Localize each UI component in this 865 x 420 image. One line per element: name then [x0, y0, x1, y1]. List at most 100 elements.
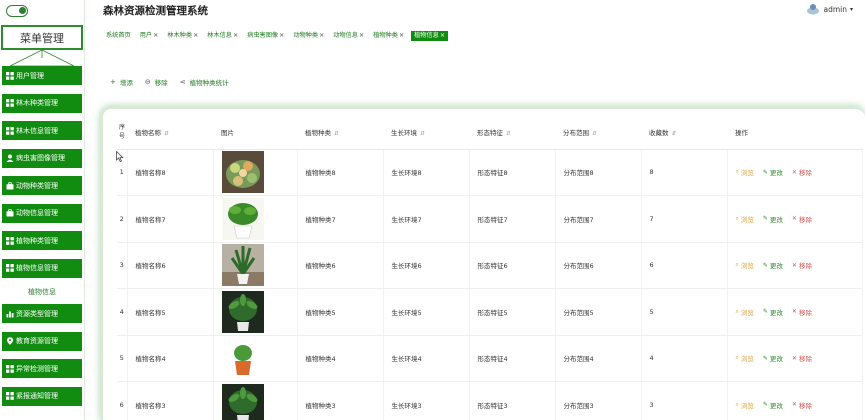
cell-ops: ⌕ 浏览 ✎ 更改 ✕ 移除 [727, 335, 863, 382]
edit-button[interactable]: ✎ 更改 [763, 353, 783, 364]
sidebar-item-7[interactable]: 植物信息管理 [2, 258, 82, 278]
table-row[interactable]: 4 植物名称5 植物种类5 生长环境5 形态特征5 分布范围5 5 ⌕ 浏览 ✎ 更改 ✕ 移除 [117, 288, 863, 336]
action-label: 植物种类统计 [189, 79, 229, 87]
cell-name: 植物名称6 [127, 242, 214, 289]
table-row[interactable]: 6 植物名称3 植物种类3 生长环境3 形态特征3 分布范围3 3 ⌕ 浏览 ✎ 更改 ✕ 移除 [117, 381, 863, 420]
edit-button[interactable]: ✎ 更改 [763, 307, 783, 317]
tab-6[interactable]: 动物信息× [331, 31, 366, 41]
tab-0[interactable]: 系统首页 [104, 31, 133, 41]
edit-button[interactable]: ✎ 更改 [763, 167, 783, 178]
tab-label: 林木信息 [207, 32, 232, 39]
delete-button-label: 移除 [798, 215, 812, 224]
tab-8[interactable]: 植物信息× [411, 31, 449, 41]
view-button[interactable]: ⌕ 浏览 [736, 307, 754, 317]
delete-button[interactable]: ✕ 移除 [792, 214, 812, 224]
sidebar-item-6[interactable]: 植物种类管理 [2, 231, 82, 250]
cell-range: 分布范围8 [555, 149, 642, 196]
close-icon[interactable]: × [233, 32, 238, 39]
edit-button[interactable]: ✎ 更改 [763, 214, 783, 224]
col-header-feature[interactable]: 形态特征 ⇵ [469, 116, 555, 150]
col-header-env[interactable]: 生长环境 ⇵ [383, 116, 469, 150]
close-icon: ✕ [791, 401, 797, 409]
col-header-range[interactable]: 分布范围 ⇵ [555, 116, 641, 150]
tab-label: 用户 [139, 32, 153, 39]
delete-button[interactable]: ✕ 移除 [792, 307, 812, 317]
minus-circle-icon: ⊖ [144, 78, 151, 86]
sidebar-item-5[interactable]: 动物信息管理 [2, 203, 82, 223]
edit-button-label: 更改 [769, 355, 783, 364]
view-button-label: 浏览 [740, 355, 754, 364]
row-actions: ⌕ 浏览 ✎ 更改 ✕ 移除 [736, 307, 862, 317]
delete-button[interactable]: ✕ 移除 [792, 353, 812, 364]
close-icon[interactable]: × [279, 32, 284, 39]
action-label: 增添 [119, 79, 133, 87]
delete-button[interactable]: ✕ 移除 [792, 167, 812, 178]
tab-7[interactable]: 植物种类× [371, 31, 406, 41]
close-icon[interactable]: × [440, 32, 445, 39]
delete-button[interactable]: ✕ 移除 [792, 260, 812, 271]
view-button[interactable]: ⌕ 浏览 [736, 167, 754, 177]
sidebar-item-12[interactable]: 紧报通知管理 [2, 386, 82, 406]
cell-type: 植物种类8 [297, 149, 384, 196]
succulent-plant-icon[interactable] [221, 151, 297, 194]
potted-green-plant-icon[interactable] [221, 197, 297, 240]
close-icon[interactable]: × [359, 32, 364, 39]
table-row[interactable]: 1 植物名称8 植物种类8 生长环境8 形态特征8 分布范围8 8 ⌕ 浏览 ✎ 更改 ✕ 移除 [117, 149, 863, 196]
cell-range: 分布范围7 [555, 195, 642, 243]
tab-1[interactable]: 用户× [138, 31, 161, 41]
user-menu[interactable]: admin ▾ [806, 3, 853, 15]
col-header-favorites[interactable]: 收藏数 ⇵ [641, 116, 727, 150]
sidebar-item-2[interactable]: 林木信息管理 [2, 121, 82, 140]
action-button-2[interactable]: ⋖ 植物种类统计 [180, 77, 229, 87]
view-button[interactable]: ⌕ 浏览 [736, 260, 754, 270]
col-header-ops: 操作 [727, 116, 862, 150]
sidebar-item-3[interactable]: 病虫害图像管理 [2, 148, 82, 168]
tab-label: 系统首页 [106, 32, 131, 39]
user-avatar-icon [807, 4, 820, 15]
dark-leaf-plant-icon[interactable] [221, 383, 297, 420]
search-icon: ⌕ [735, 307, 739, 315]
table-row[interactable]: 3 植物名称6 植物种类6 生长环境6 形态特征6 分布范围6 6 ⌕ 浏览 ✎ 更改 ✕ 移除 [117, 242, 863, 289]
tab-2[interactable]: 林木种类× [165, 31, 200, 41]
table-header-row: 序号 植物名称 ⇵ 图片 植物种类 ⇵ 生长环境 ⇵ 形态特征 ⇵ 分布范围 ⇵ 收藏数 ⇵… [117, 116, 862, 150]
cell-index: 4 [117, 288, 128, 336]
edit-icon: ✎ [762, 215, 768, 223]
sidebar-subitem-8[interactable]: 植物信息 [2, 286, 82, 298]
action-button-1[interactable]: ⊖ 移除 [145, 77, 168, 87]
cell-ops: ⌕ 浏览 ✎ 更改 ✕ 移除 [727, 242, 863, 289]
dark-leaf-plant-icon[interactable] [221, 290, 297, 333]
delete-button[interactable]: ✕ 移除 [792, 400, 812, 410]
cell-favorites: 3 [641, 381, 728, 420]
tab-4[interactable]: 病虫害图像× [245, 31, 286, 41]
sidebar-item-0[interactable]: 用户管理 [2, 66, 82, 85]
tall-potted-plant-icon[interactable] [221, 244, 297, 287]
edit-button-label: 更改 [769, 215, 783, 224]
tab-5[interactable]: 动物种类× [291, 31, 326, 41]
action-button-0[interactable]: + 增添 [110, 77, 133, 87]
sidebar-toggle[interactable] [6, 5, 28, 17]
edit-button[interactable]: ✎ 更改 [763, 400, 783, 410]
close-icon[interactable]: × [153, 32, 158, 39]
col-header-index: 序号 [117, 116, 127, 150]
grid-icon [6, 126, 14, 135]
cell-index: 3 [117, 242, 128, 289]
tab-3[interactable]: 林木信息× [205, 31, 240, 41]
table-row[interactable]: 2 植物名称7 植物种类7 生长环境7 形态特征7 分布范围7 7 ⌕ 浏览 ✎ 更改 ✕ 移除 [117, 195, 863, 243]
sidebar-item-11[interactable]: 异常检测管理 [2, 359, 82, 378]
view-button[interactable]: ⌕ 浏览 [736, 214, 754, 224]
sidebar-item-9[interactable]: 资源类型管理 [2, 304, 82, 323]
close-icon[interactable]: × [319, 32, 324, 39]
col-header-name[interactable]: 植物名称 ⇵ [127, 116, 213, 150]
edit-button[interactable]: ✎ 更改 [763, 260, 783, 271]
sidebar-item-4[interactable]: 动物种类管理 [2, 176, 82, 195]
close-icon[interactable]: × [193, 32, 198, 39]
small-pot-plant-icon[interactable] [221, 337, 297, 380]
sidebar-item-1[interactable]: 林木种类管理 [2, 93, 82, 113]
sidebar-item-10[interactable]: 教育资源管理 [2, 331, 82, 351]
view-button[interactable]: ⌕ 浏览 [736, 353, 754, 363]
grid-icon [6, 364, 14, 373]
col-header-type[interactable]: 植物种类 ⇵ [297, 116, 383, 150]
close-icon[interactable]: × [399, 32, 404, 39]
view-button[interactable]: ⌕ 浏览 [736, 400, 754, 410]
table-row[interactable]: 5 植物名称4 植物种类4 生长环境4 形态特征4 分布范围4 4 ⌕ 浏览 ✎ 更改 ✕ 移除 [117, 335, 863, 382]
